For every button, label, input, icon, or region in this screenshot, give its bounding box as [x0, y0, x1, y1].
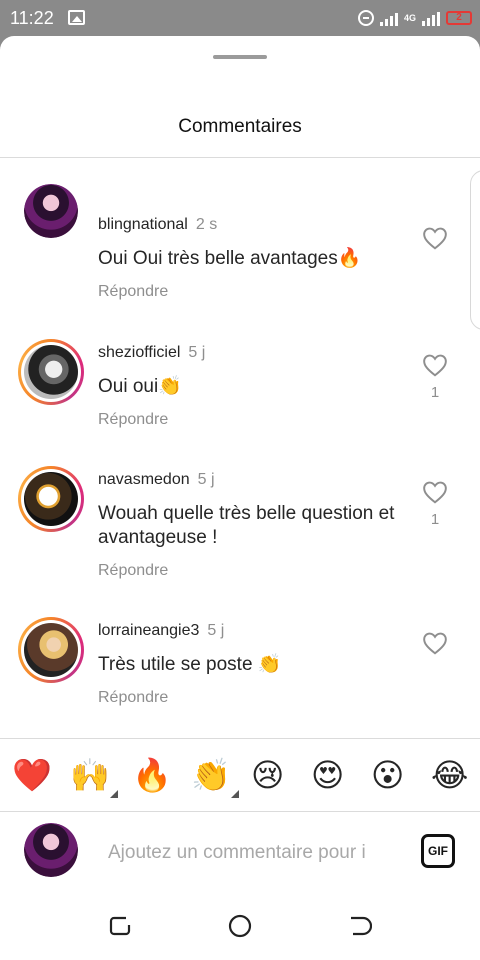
emoji-clap-button[interactable]: 👏	[191, 756, 239, 798]
emoji-glyph: 🙌	[70, 756, 110, 794]
skin-tone-indicator	[230, 790, 239, 798]
avatar-image	[24, 472, 78, 526]
comment-username[interactable]: navasmedon	[98, 471, 190, 488]
network-type: 4G	[403, 12, 416, 23]
comment-header: sheziofficiel 5 j	[98, 344, 205, 362]
image-notification-icon	[68, 10, 85, 25]
reply-button[interactable]: Répondre	[98, 562, 168, 580]
heart-outline-icon[interactable]	[422, 631, 448, 655]
avatar-image	[24, 184, 78, 238]
status-bar: 11:22 4G 2	[0, 0, 480, 36]
current-user-avatar	[24, 823, 78, 877]
emoji-heart-eyes-button[interactable]: 😍	[311, 756, 344, 794]
heart-outline-icon[interactable]	[422, 480, 448, 504]
emoji-reaction-bar: ❤️ 🙌 🔥 👏 😢 😍 😮 😂	[0, 738, 480, 812]
avatar-image	[24, 823, 78, 877]
skin-tone-indicator	[109, 790, 118, 798]
drag-handle[interactable]	[213, 55, 267, 59]
avatar[interactable]	[24, 184, 78, 238]
comment-header: navasmedon 5 j	[98, 471, 215, 489]
sheet-title: Commentaires	[178, 116, 302, 137]
signal-icon	[379, 10, 398, 26]
reply-button[interactable]: Répondre	[98, 689, 168, 707]
avatar-story-ring[interactable]	[18, 339, 84, 405]
recents-icon[interactable]	[108, 914, 132, 938]
comment-text: Très utile se poste 👏	[98, 654, 282, 675]
comment-header: lorraineangie3 5 j	[98, 622, 224, 640]
scroll-indicator	[470, 170, 480, 330]
heart-outline-icon[interactable]	[422, 353, 448, 377]
emoji-glyph: 👏	[191, 756, 231, 794]
avatar-story-ring[interactable]	[18, 617, 84, 683]
like-count: 1	[430, 384, 440, 401]
avatar-image	[24, 345, 78, 399]
emoji-fire-button[interactable]: 🔥	[132, 756, 172, 794]
gif-button[interactable]: GIF	[421, 834, 455, 868]
battery-level: 2	[456, 12, 462, 23]
comment-list[interactable]: blingnational 2 s Oui Oui très belle avan…	[0, 158, 480, 738]
comment-composer: Ajoutez un commentaire pour i GIF	[0, 812, 480, 894]
comment-header: blingnational 2 s	[98, 216, 217, 234]
back-icon[interactable]	[348, 914, 372, 938]
comment-item: blingnational 2 s Oui Oui très belle avan…	[0, 158, 480, 288]
status-right-icons: 4G 2	[357, 7, 472, 29]
emoji-laughing-button[interactable]: 😂	[431, 756, 468, 794]
reply-button[interactable]: Répondre	[98, 411, 168, 429]
avatar-image	[24, 623, 78, 677]
comment-text: Wouah quelle très belle question et avan…	[98, 503, 395, 548]
emoji-crying-button[interactable]: 😢	[251, 756, 284, 794]
data-saver-icon	[357, 10, 374, 26]
comment-text: Oui oui👏	[98, 376, 182, 397]
comment-text: Oui Oui très belle avantages🔥	[98, 248, 362, 269]
signal-icon-2	[422, 10, 440, 26]
comment-input[interactable]: Ajoutez un commentaire pour i	[108, 842, 398, 864]
comment-time: 5 j	[207, 622, 225, 639]
heart-outline-icon[interactable]	[422, 226, 448, 250]
comment-time: 5 j	[188, 344, 206, 361]
home-icon[interactable]	[228, 914, 252, 938]
comment-username[interactable]: sheziofficiel	[98, 344, 180, 361]
battery-icon: 2	[446, 11, 472, 25]
avatar-story-ring[interactable]	[18, 466, 84, 532]
comment-time: 5 j	[197, 471, 215, 488]
emoji-raised-hands-button[interactable]: 🙌	[70, 756, 118, 798]
emoji-surprised-button[interactable]: 😮	[371, 756, 404, 794]
comment-username[interactable]: blingnational	[98, 216, 188, 233]
like-count: 1	[430, 511, 440, 528]
status-time: 11:22	[10, 8, 54, 28]
system-nav-bar	[0, 894, 480, 960]
reply-button[interactable]: Répondre	[98, 283, 168, 301]
comment-username[interactable]: lorraineangie3	[98, 622, 199, 639]
comment-time: 2 s	[195, 216, 218, 233]
emoji-heart-button[interactable]: ❤️	[12, 756, 52, 794]
comments-sheet: Commentaires blingnational 2 s Oui Oui tr…	[0, 36, 480, 960]
